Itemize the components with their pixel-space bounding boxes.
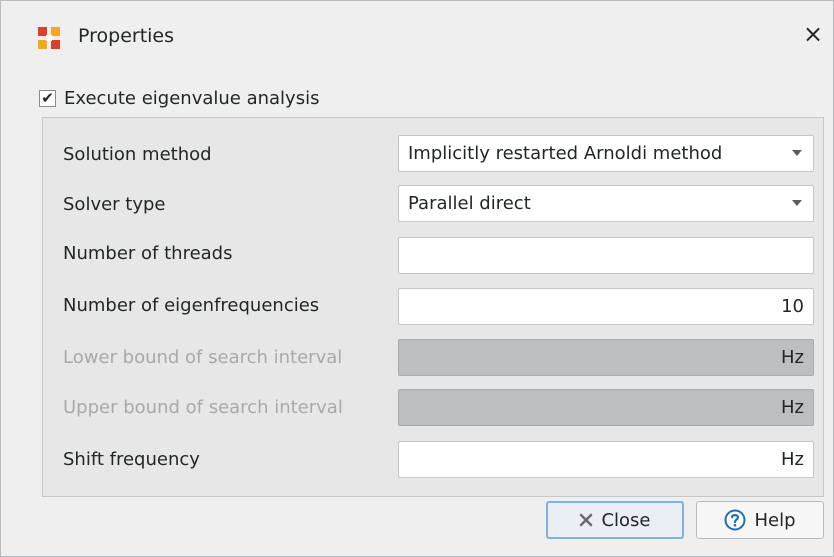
upper-bound-label: Upper bound of search interval bbox=[63, 397, 343, 418]
help-icon bbox=[724, 509, 746, 531]
execute-eigenvalue-label: Execute eigenvalue analysis bbox=[64, 87, 320, 109]
shift-frequency-input[interactable]: Hz bbox=[398, 441, 814, 478]
checkmark-icon: ✔ bbox=[41, 88, 54, 107]
close-button-label: Close bbox=[601, 509, 651, 531]
close-button[interactable]: Close bbox=[546, 501, 684, 539]
lower-bound-input: Hz bbox=[398, 339, 814, 376]
number-of-eigenfrequencies-input[interactable]: 10 bbox=[398, 288, 814, 325]
shift-frequency-unit: Hz bbox=[781, 449, 804, 470]
solution-method-label: Solution method bbox=[63, 144, 212, 165]
close-window-button[interactable]: × bbox=[801, 21, 825, 47]
help-button-label: Help bbox=[754, 509, 796, 531]
upper-bound-unit: Hz bbox=[781, 397, 804, 418]
title-bar: Properties × bbox=[1, 1, 833, 73]
chevron-down-icon bbox=[792, 150, 802, 156]
number-of-eigenfrequencies-label: Number of eigenfrequencies bbox=[63, 295, 320, 316]
number-of-eigenfrequencies-value: 10 bbox=[781, 296, 804, 317]
chevron-down-icon bbox=[792, 200, 802, 206]
solution-method-dropdown[interactable]: Implicitly restarted Arnoldi method bbox=[398, 135, 814, 172]
properties-dialog: Properties × ✔ Execute eigenvalue analys… bbox=[0, 0, 834, 557]
solution-method-value: Implicitly restarted Arnoldi method bbox=[408, 143, 723, 164]
lower-bound-unit: Hz bbox=[781, 347, 804, 368]
solver-type-value: Parallel direct bbox=[408, 193, 531, 214]
number-of-threads-input[interactable] bbox=[398, 237, 814, 274]
shift-frequency-label: Shift frequency bbox=[63, 449, 200, 470]
upper-bound-input: Hz bbox=[398, 389, 814, 426]
app-logo-icon bbox=[38, 27, 60, 49]
dialog-title: Properties bbox=[78, 25, 175, 47]
checkbox-box[interactable]: ✔ bbox=[39, 88, 56, 107]
help-button[interactable]: Help bbox=[696, 501, 824, 539]
solver-type-label: Solver type bbox=[63, 194, 166, 215]
solver-type-dropdown[interactable]: Parallel direct bbox=[398, 185, 814, 222]
execute-eigenvalue-checkbox[interactable]: ✔ Execute eigenvalue analysis bbox=[39, 86, 319, 110]
close-x-icon bbox=[579, 513, 593, 527]
lower-bound-label: Lower bound of search interval bbox=[63, 347, 343, 368]
number-of-threads-label: Number of threads bbox=[63, 243, 233, 264]
